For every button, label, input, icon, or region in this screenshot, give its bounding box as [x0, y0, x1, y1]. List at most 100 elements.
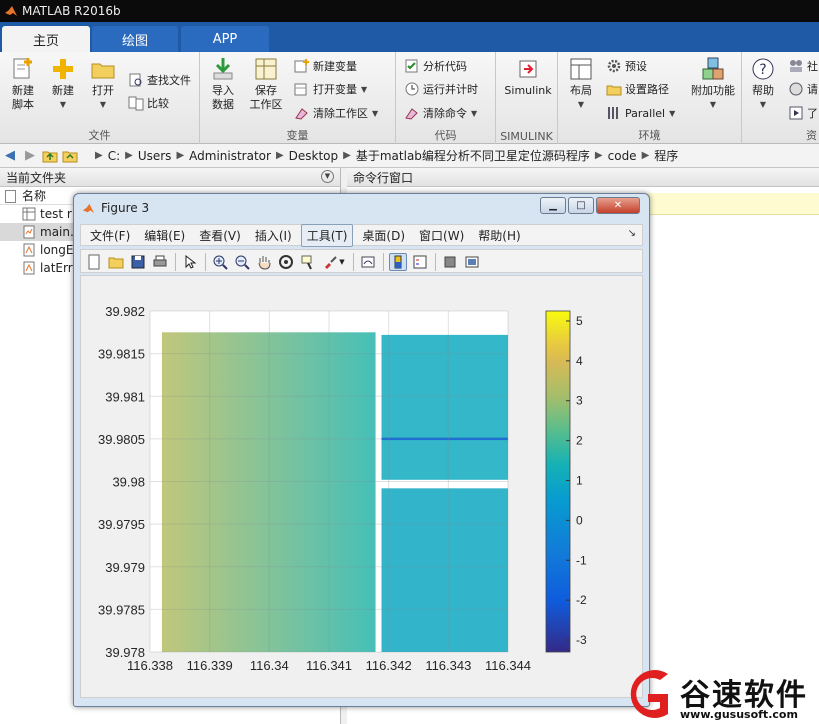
dock-arrow-icon[interactable]: ↘ — [628, 228, 636, 239]
crumb-desktop[interactable]: Desktop — [287, 149, 341, 163]
hide-plot-tools-button[interactable] — [441, 253, 459, 271]
x-tick-label: 116.341 — [306, 658, 352, 673]
pan-hand-icon — [258, 256, 271, 270]
addons-dropdown-icon[interactable]: ▼ — [710, 98, 716, 112]
menu-file[interactable]: 文件(F) — [85, 225, 135, 246]
import-data-icon — [213, 58, 233, 80]
group-file-label: 文件 — [88, 129, 111, 142]
heatmap-plot[interactable]: 116.338 116.339 116.34 116.341 116.342 116.34… — [81, 276, 642, 697]
open-dropdown-icon[interactable]: ▼ — [100, 98, 106, 112]
open-file-button[interactable] — [107, 253, 125, 271]
crumb-drive[interactable]: C: — [106, 149, 122, 163]
preferences-button[interactable]: 预设 — [606, 56, 647, 76]
minimize-button[interactable]: ▁ — [540, 197, 566, 214]
help-label: 帮助 — [752, 84, 774, 97]
compare-icon — [128, 96, 144, 111]
analyze-code-label: 分析代码 — [423, 60, 467, 73]
figure-menu-bar: 文件(F) 编辑(E) 查看(V) 插入(I) 工具(T) 桌面(D) 窗口(W… — [80, 223, 643, 247]
data-cursor-button[interactable] — [299, 253, 317, 271]
new-dropdown-icon[interactable]: ▼ — [60, 98, 66, 112]
help-question-icon: ? — [752, 58, 774, 80]
analyze-code-button[interactable]: 分析代码 — [404, 56, 467, 76]
open-button[interactable]: 打开 ▼ — [86, 56, 120, 112]
crumb-project[interactable]: 基于matlab编程分析不同卫星定位源码程序 — [354, 147, 592, 164]
menu-edit[interactable]: 编辑(E) — [139, 225, 190, 246]
toolbar-separator — [353, 253, 354, 271]
zoom-out-button[interactable] — [233, 253, 251, 271]
menu-help[interactable]: 帮助(H) — [473, 225, 525, 246]
group-code-label: 代码 — [434, 129, 457, 142]
clear-workspace-dropdown-icon[interactable]: ▼ — [372, 109, 378, 118]
help-dropdown-icon[interactable]: ▼ — [760, 98, 766, 112]
help-button[interactable]: ? 帮助 ▼ — [748, 56, 778, 112]
open-variable-button[interactable]: 打开变量 ▼ — [294, 79, 367, 99]
back-arrow-icon[interactable]: ◀ — [0, 146, 20, 166]
brush-dropdown-icon[interactable]: ▼ — [337, 253, 347, 271]
parallel-dropdown-icon[interactable]: ▼ — [669, 109, 675, 118]
print-figure-button[interactable] — [151, 253, 169, 271]
up-folder-icon[interactable] — [40, 146, 60, 166]
tab-apps[interactable]: APP — [181, 26, 269, 52]
clear-workspace-button[interactable]: 清除工作区 ▼ — [294, 103, 378, 123]
menu-desktop[interactable]: 桌面(D) — [357, 225, 410, 246]
import-data-button[interactable]: 导入 数据 — [206, 56, 240, 112]
find-files-button[interactable]: 查找文件 — [128, 70, 191, 90]
community-button[interactable]: 社 — [788, 56, 818, 76]
menu-tools[interactable]: 工具(T) — [300, 223, 354, 247]
new-variable-button[interactable]: 新建变量 — [294, 56, 357, 76]
menu-insert[interactable]: 插入(I) — [250, 225, 297, 246]
panel-options-icon[interactable]: ▼ — [321, 170, 334, 183]
insert-colorbar-button[interactable] — [389, 253, 407, 271]
compare-button[interactable]: 比较 — [128, 93, 169, 113]
layout-dropdown-icon[interactable]: ▼ — [578, 98, 584, 112]
maximize-button[interactable]: □ — [568, 197, 594, 214]
layout-button[interactable]: 布局 ▼ — [564, 56, 598, 112]
rotate-3d-button[interactable] — [277, 253, 295, 271]
simulink-button[interactable]: Simulink — [502, 56, 554, 98]
crumb-program[interactable]: 程序 — [652, 147, 680, 164]
save-workspace-button[interactable]: 保存 工作区 — [246, 56, 286, 112]
tab-home[interactable]: 主页 — [2, 26, 90, 52]
pan-button[interactable] — [255, 253, 273, 271]
addons-button[interactable]: 附加功能 ▼ — [688, 56, 738, 112]
colorbar-tick-label: 1 — [576, 474, 583, 488]
learn-button[interactable]: 了 — [788, 103, 818, 123]
crumb-users[interactable]: Users — [136, 149, 174, 163]
parallel-button[interactable]: Parallel ▼ — [606, 103, 675, 123]
group-simulink-label: SIMULINK — [500, 130, 553, 143]
edit-plot-button[interactable] — [181, 253, 199, 271]
menu-window[interactable]: 窗口(W) — [414, 225, 469, 246]
maximize-icon: □ — [576, 200, 586, 211]
show-plot-tools-button[interactable] — [463, 253, 481, 271]
save-figure-button[interactable] — [129, 253, 147, 271]
new-script-button[interactable]: 新建 脚本 — [6, 56, 40, 112]
link-plot-button[interactable] — [359, 253, 377, 271]
new-figure-button[interactable] — [85, 253, 103, 271]
open-variable-dropdown-icon[interactable]: ▼ — [361, 85, 367, 94]
insert-legend-button[interactable] — [411, 253, 429, 271]
close-button[interactable]: ✕ — [596, 197, 640, 214]
new-button[interactable]: 新建 ▼ — [46, 56, 80, 112]
zoom-in-button[interactable] — [211, 253, 229, 271]
run-and-time-button[interactable]: 运行并计时 — [404, 79, 478, 99]
gear-icon — [607, 59, 621, 73]
set-path-button[interactable]: 设置路径 — [606, 79, 669, 99]
browse-folder-icon[interactable] — [60, 146, 80, 166]
mat-file-icon — [23, 243, 35, 257]
folder-open-icon — [108, 257, 124, 269]
y-tick-label: 39.978 — [105, 645, 145, 660]
watermark-url: www.gususoft.com — [680, 708, 798, 721]
new-script-icon — [13, 58, 32, 79]
menu-view[interactable]: 查看(V) — [194, 225, 246, 246]
clear-commands-button[interactable]: 清除命令 ▼ — [404, 103, 477, 123]
crumb-code[interactable]: code — [606, 149, 639, 163]
forward-arrow-icon[interactable]: ▶ — [20, 146, 40, 166]
request-support-button[interactable]: 请 — [788, 79, 818, 99]
clear-commands-dropdown-icon[interactable]: ▼ — [471, 109, 477, 118]
tab-plots[interactable]: 绘图 — [92, 26, 178, 52]
crumb-administrator[interactable]: Administrator — [187, 149, 273, 163]
zoom-in-icon — [213, 255, 228, 270]
colorbar-tick-label: -3 — [576, 633, 587, 647]
toolbar-separator — [175, 253, 176, 271]
y-tick-label: 39.98 — [112, 475, 145, 490]
